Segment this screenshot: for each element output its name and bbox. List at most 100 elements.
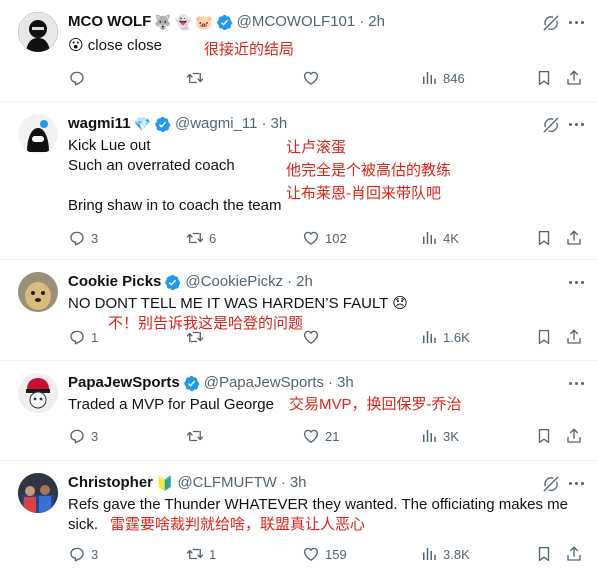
share-button[interactable] — [565, 427, 583, 445]
timestamp[interactable]: 3h — [337, 373, 354, 393]
views-button[interactable]: 1.6K — [420, 328, 470, 346]
timestamp[interactable]: 3h — [270, 114, 287, 134]
like-count: 159 — [325, 546, 347, 562]
views-button[interactable]: 3.8K — [420, 545, 470, 563]
like-button[interactable]: 159 — [302, 545, 347, 563]
like-count: 102 — [325, 230, 347, 246]
share-button[interactable] — [565, 229, 583, 247]
like-button[interactable]: 102 — [302, 229, 347, 247]
verified-badge-icon[interactable] — [164, 274, 181, 291]
avatar[interactable] — [18, 12, 58, 52]
views-icon — [420, 328, 438, 346]
display-name[interactable]: PapaJewSports — [68, 373, 180, 393]
reply-button[interactable]: 3 — [68, 229, 98, 247]
translation-line: 让卢滚蛋 — [286, 139, 347, 156]
more-options-icon[interactable] — [566, 12, 586, 32]
tweet-header: PapaJewSports @PapaJewSports · 3h — [68, 373, 354, 393]
reply-button[interactable] — [68, 69, 91, 87]
timestamp[interactable]: 2h — [368, 12, 385, 32]
user-handle[interactable]: @CookiePickz — [185, 272, 283, 292]
share-button[interactable] — [565, 545, 583, 563]
avatar[interactable] — [18, 272, 58, 312]
reply-button[interactable]: 3 — [68, 427, 98, 445]
tweet-text-line: Kick Lue out — [68, 137, 151, 154]
views-button[interactable]: 846 — [420, 69, 465, 87]
display-name[interactable]: Cookie Picks — [68, 272, 161, 292]
separator-dot: · — [287, 273, 293, 290]
reply-icon — [68, 427, 86, 445]
tweet-text: Traded a MVP for Paul George — [68, 396, 274, 413]
like-button[interactable] — [302, 328, 325, 346]
views-button[interactable]: 3K — [420, 427, 459, 445]
share-icon — [565, 328, 583, 346]
tweet[interactable]: MCO WOLF 🐺 👻 🐷 @MCOWOLF101 · 2h 😮 close … — [0, 0, 598, 102]
reply-button[interactable]: 1 — [68, 328, 98, 346]
retweet-button[interactable]: 1 — [186, 545, 216, 563]
user-handle[interactable]: @PapaJewSports — [204, 373, 324, 393]
bookmark-button[interactable] — [535, 545, 553, 563]
more-options-icon[interactable] — [566, 114, 586, 134]
view-count: 1.6K — [443, 329, 470, 345]
retweet-button[interactable] — [186, 328, 209, 346]
share-button[interactable] — [565, 69, 583, 87]
bookmark-icon — [535, 328, 553, 346]
heart-icon — [302, 69, 320, 87]
tweet[interactable]: Cookie Picks @CookiePickz · 2h NO DONT T… — [0, 260, 598, 361]
reply-count: 3 — [91, 428, 99, 444]
views-icon — [420, 69, 438, 87]
avatar[interactable] — [18, 373, 58, 413]
bookmark-button[interactable] — [535, 427, 553, 445]
tweet-header: MCO WOLF 🐺 👻 🐷 @MCOWOLF101 · 2h — [68, 12, 385, 32]
separator-dot: · — [261, 115, 267, 132]
reply-icon — [68, 229, 86, 247]
more-options-icon[interactable] — [566, 373, 586, 393]
verified-badge-icon[interactable] — [216, 14, 233, 31]
retweet-button[interactable] — [186, 69, 209, 87]
user-handle[interactable]: @MCOWOLF101 — [237, 12, 356, 32]
display-name[interactable]: wagmi11 — [68, 114, 131, 134]
tweet[interactable]: Christopher 🔰 @CLFMUFTW · 3h Refs gave t… — [0, 461, 598, 575]
heart-icon — [302, 545, 320, 563]
view-count: 846 — [443, 70, 465, 86]
bookmark-icon — [535, 229, 553, 247]
user-handle[interactable]: @wagmi_11 — [175, 114, 258, 134]
timestamp[interactable]: 3h — [290, 473, 307, 493]
more-options-icon[interactable] — [566, 473, 586, 493]
grok-icon[interactable] — [542, 14, 560, 32]
separator-dot: · — [280, 474, 286, 491]
display-name[interactable]: MCO WOLF — [68, 12, 151, 32]
timestamp[interactable]: 2h — [296, 272, 313, 292]
grok-icon[interactable] — [542, 116, 560, 134]
tweet[interactable]: PapaJewSports @PapaJewSports · 3h Traded… — [0, 361, 598, 461]
tweet-text: Kick Lue out Such an overrated coach Bri… — [68, 136, 281, 216]
like-button[interactable]: 21 — [302, 427, 339, 445]
share-button[interactable] — [565, 328, 583, 346]
retweet-button[interactable]: 6 — [186, 229, 216, 247]
avatar[interactable] — [18, 114, 58, 154]
avatar[interactable] — [18, 473, 58, 513]
retweet-count: 1 — [209, 546, 217, 562]
reply-count: 3 — [91, 230, 99, 246]
like-button[interactable] — [302, 69, 325, 87]
retweet-icon — [186, 229, 204, 247]
display-name[interactable]: Christopher — [68, 473, 153, 493]
reply-count: 3 — [91, 546, 99, 562]
tweet-text-line: Bring shaw in to coach the team — [68, 197, 282, 214]
tweet-text: 😮 close close — [68, 37, 163, 54]
retweet-button[interactable] — [186, 427, 209, 445]
bookmark-button[interactable] — [535, 229, 553, 247]
more-options-icon[interactable] — [566, 272, 586, 292]
views-icon — [420, 229, 438, 247]
reply-button[interactable]: 3 — [68, 545, 98, 563]
verified-badge-icon[interactable] — [183, 375, 200, 392]
retweet-icon — [186, 328, 204, 346]
bookmark-button[interactable] — [535, 69, 553, 87]
tweet[interactable]: wagmi11 💎 @wagmi_11 · 3h Kick Lue out Su… — [0, 102, 598, 260]
verified-badge-icon[interactable] — [154, 116, 171, 133]
bookmark-icon — [535, 69, 553, 87]
user-handle[interactable]: @CLFMUFTW — [177, 473, 276, 493]
views-button[interactable]: 4K — [420, 229, 459, 247]
tweet-text-line: Refs gave the Thunder WHATEVER they want… — [68, 496, 568, 513]
bookmark-button[interactable] — [535, 328, 553, 346]
grok-icon[interactable] — [542, 475, 560, 493]
